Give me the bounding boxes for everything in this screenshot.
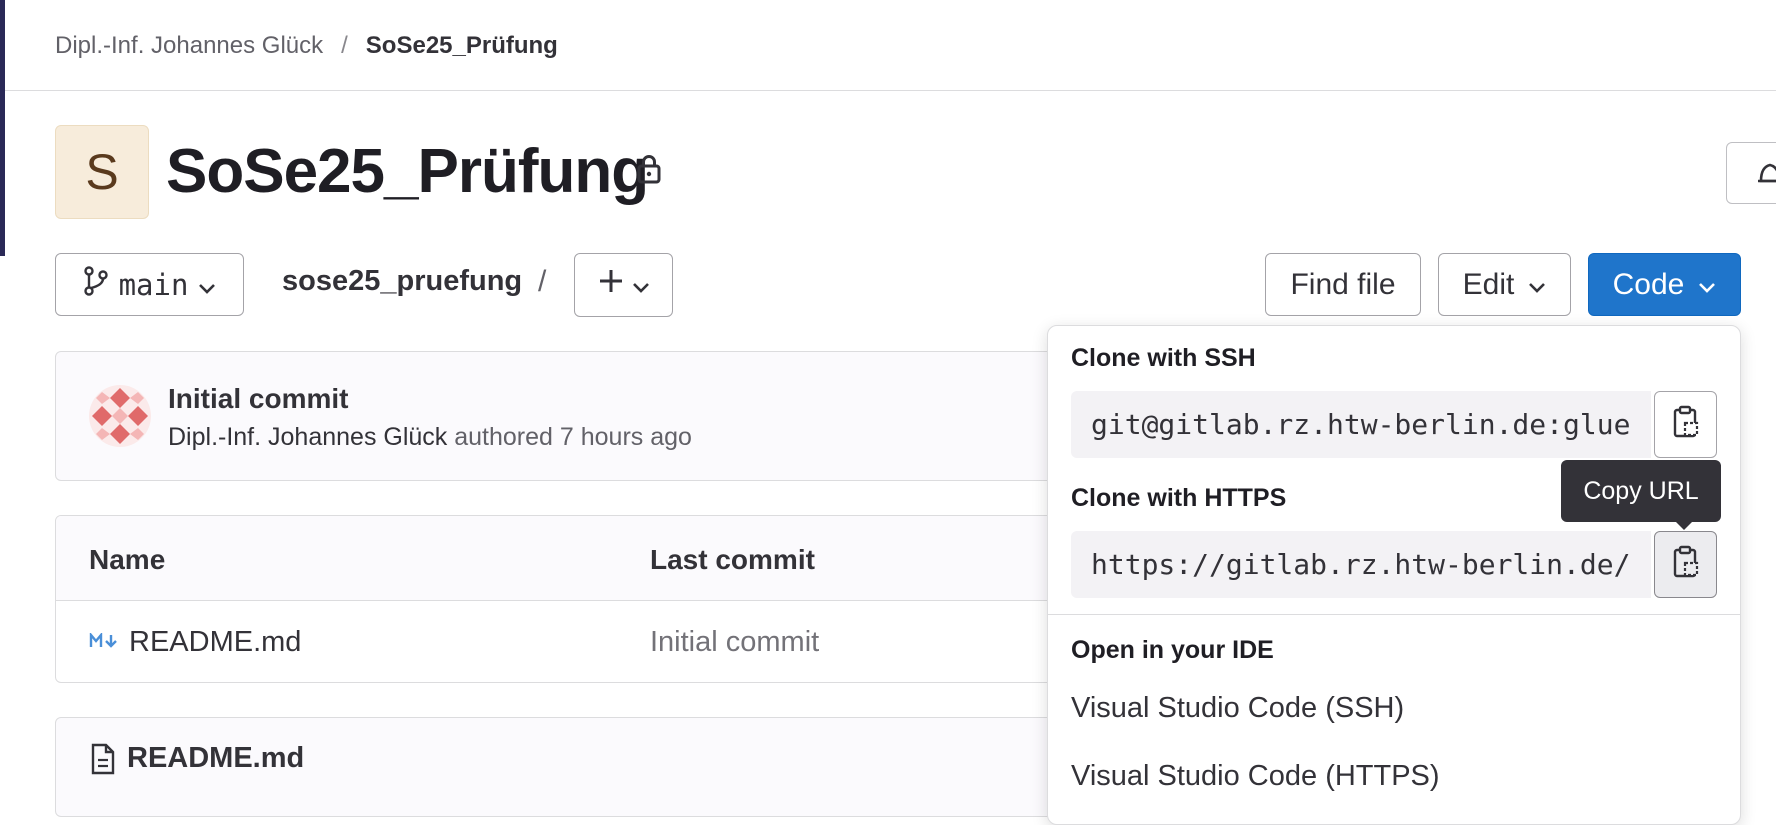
chevron-down-icon bbox=[198, 268, 216, 302]
chevron-down-icon bbox=[1528, 268, 1546, 302]
edit-label: Edit bbox=[1462, 267, 1515, 301]
code-dropdown: Clone with SSH git@gitlab.rz.htw-berlin.… bbox=[1047, 325, 1741, 825]
https-url-field[interactable]: https://gitlab.rz.htw-berlin.de/ bbox=[1071, 531, 1651, 598]
ide-item-vscode-https[interactable]: Visual Studio Code (HTTPS) bbox=[1071, 760, 1440, 793]
ide-item-vscode-ssh[interactable]: Visual Studio Code (SSH) bbox=[1071, 692, 1404, 725]
branch-icon bbox=[83, 266, 109, 303]
chevron-down-icon bbox=[632, 268, 650, 302]
readme-title: README.md bbox=[127, 742, 305, 774]
file-last-commit[interactable]: Initial commit bbox=[650, 626, 819, 659]
last-commit-card bbox=[55, 351, 1065, 481]
breadcrumb: Dipl.-Inf. Johannes Glück / SoSe25_Prüfu… bbox=[55, 28, 558, 64]
open-in-ide-heading: Open in your IDE bbox=[1071, 636, 1274, 664]
add-to-tree-button[interactable] bbox=[574, 253, 673, 317]
dropdown-divider bbox=[1048, 614, 1740, 615]
commit-author-avatar[interactable] bbox=[88, 384, 152, 453]
copy-url-tooltip: Copy URL bbox=[1561, 460, 1721, 522]
document-icon bbox=[90, 743, 116, 780]
commit-title[interactable]: Initial commit bbox=[168, 383, 348, 415]
column-header-name: Name bbox=[89, 544, 166, 575]
file-table: Name Last commit README.md Initial commi… bbox=[55, 515, 1065, 683]
table-header bbox=[56, 516, 1064, 601]
clone-ssh-heading: Clone with SSH bbox=[1071, 344, 1256, 372]
commit-time: authored 7 hours ago bbox=[454, 423, 692, 451]
page-title: SoSe25_Prüfung bbox=[166, 137, 649, 206]
copy-ssh-url-button[interactable] bbox=[1654, 391, 1717, 458]
clipboard-icon bbox=[1672, 405, 1700, 444]
repository-path[interactable]: sose25_pruefung bbox=[282, 265, 522, 298]
notification-button[interactable] bbox=[1726, 142, 1776, 204]
branch-selector[interactable]: main bbox=[55, 253, 244, 316]
find-file-button[interactable]: Find file bbox=[1265, 253, 1421, 316]
tooltip-arrow bbox=[1676, 522, 1692, 530]
clone-https-heading: Clone with HTTPS bbox=[1071, 484, 1287, 512]
branch-name: main bbox=[118, 267, 189, 302]
file-name[interactable]: README.md bbox=[129, 626, 301, 659]
commit-author[interactable]: Dipl.-Inf. Johannes Glück bbox=[168, 423, 447, 451]
code-label: Code bbox=[1612, 267, 1685, 301]
path-separator: / bbox=[538, 265, 547, 298]
breadcrumb-separator: / bbox=[341, 32, 348, 59]
column-header-last-commit: Last commit bbox=[650, 544, 815, 575]
ssh-url-field[interactable]: git@gitlab.rz.htw-berlin.de:glue bbox=[1071, 391, 1651, 458]
project-avatar[interactable]: S bbox=[55, 125, 149, 219]
edit-button[interactable]: Edit bbox=[1438, 253, 1571, 316]
plus-icon bbox=[598, 268, 624, 302]
breadcrumb-item-project[interactable]: SoSe25_Prüfung bbox=[366, 32, 558, 60]
lock-icon bbox=[636, 154, 662, 189]
markdown-icon bbox=[89, 631, 119, 654]
chevron-down-icon bbox=[1698, 268, 1716, 302]
copy-https-url-button[interactable] bbox=[1654, 531, 1717, 598]
commit-meta: Dipl.-Inf. Johannes Glück authored 7 hou… bbox=[168, 423, 692, 452]
breadcrumb-item-owner[interactable]: Dipl.-Inf. Johannes Glück bbox=[55, 32, 323, 60]
clipboard-icon bbox=[1672, 545, 1700, 584]
bell-icon bbox=[1755, 159, 1776, 192]
code-button[interactable]: Code bbox=[1588, 253, 1741, 316]
